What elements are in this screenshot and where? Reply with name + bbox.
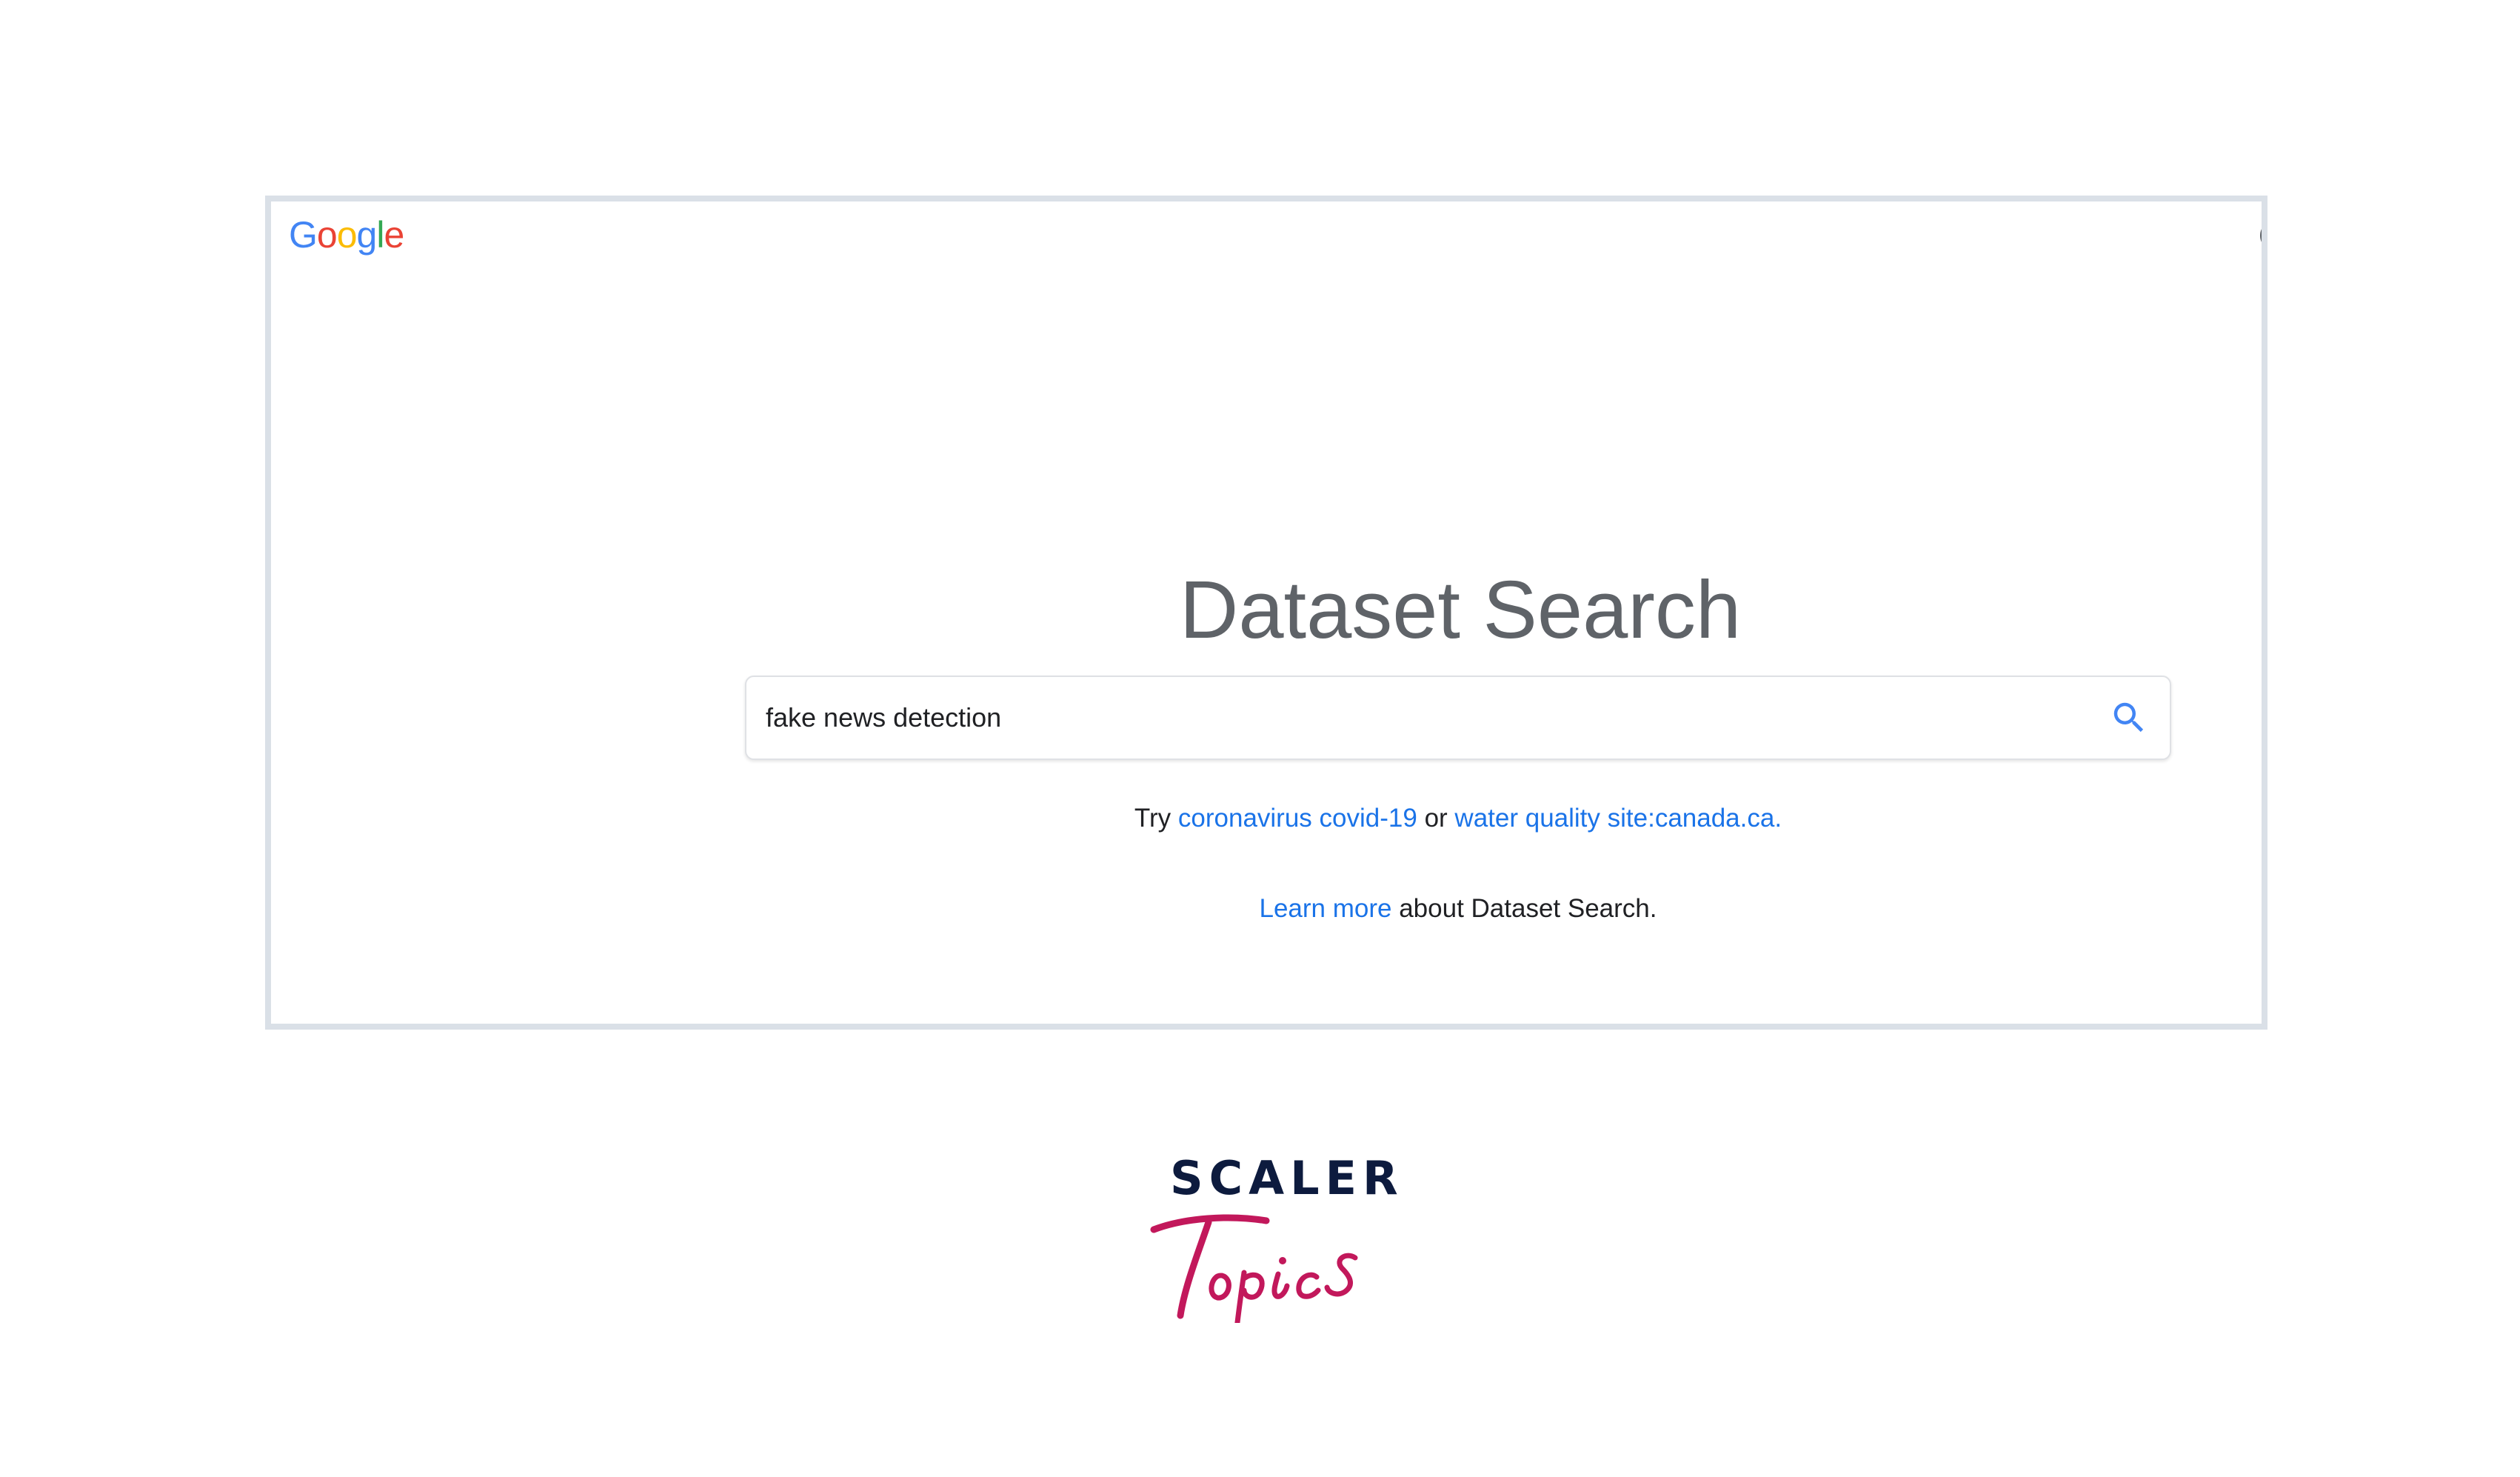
suggestions-connector: or — [1424, 804, 1448, 833]
page-title: Dataset Search — [1179, 564, 1742, 656]
page-title-wrap: Dataset Search — [271, 570, 2261, 651]
screenshot-frame: Google Dataset Search Try coronavirus co… — [265, 196, 2267, 1030]
search-icon[interactable] — [2109, 698, 2149, 738]
suggestions-prefix: Try — [1134, 804, 1172, 833]
learn-more-line: Learn more about Dataset Search. — [745, 893, 2171, 924]
google-logo[interactable]: Google — [289, 216, 404, 253]
logo-letter: g — [356, 214, 378, 256]
scaler-topics-logo: SCALER — [1140, 1151, 1404, 1348]
learn-more-link[interactable]: Learn more — [1260, 894, 1392, 923]
suggestion-link-water-quality[interactable]: water quality site:canada.ca — [1454, 804, 1774, 833]
learn-more-suffix: about Dataset Search. — [1399, 894, 1657, 923]
suggestions-period: . — [1774, 804, 1782, 833]
brand-scaler-text: SCALER — [1170, 1151, 1404, 1205]
logo-letter: o — [336, 214, 358, 256]
logo-letter: G — [289, 214, 318, 256]
suggestion-link-covid[interactable]: coronavirus covid-19 — [1178, 804, 1417, 833]
logo-letter: o — [316, 214, 338, 256]
page: Google Dataset Search Try coronavirus co… — [0, 0, 2520, 1477]
account-circle-icon[interactable] — [2260, 221, 2262, 250]
brand-topics-script — [1150, 1214, 1358, 1323]
logo-letter: e — [384, 214, 404, 256]
suggestions-line: Try coronavirus covid-19 or water qualit… — [745, 803, 2171, 834]
search-box — [745, 676, 2171, 760]
logo-letter: l — [376, 214, 384, 256]
search-input[interactable] — [766, 677, 2069, 758]
